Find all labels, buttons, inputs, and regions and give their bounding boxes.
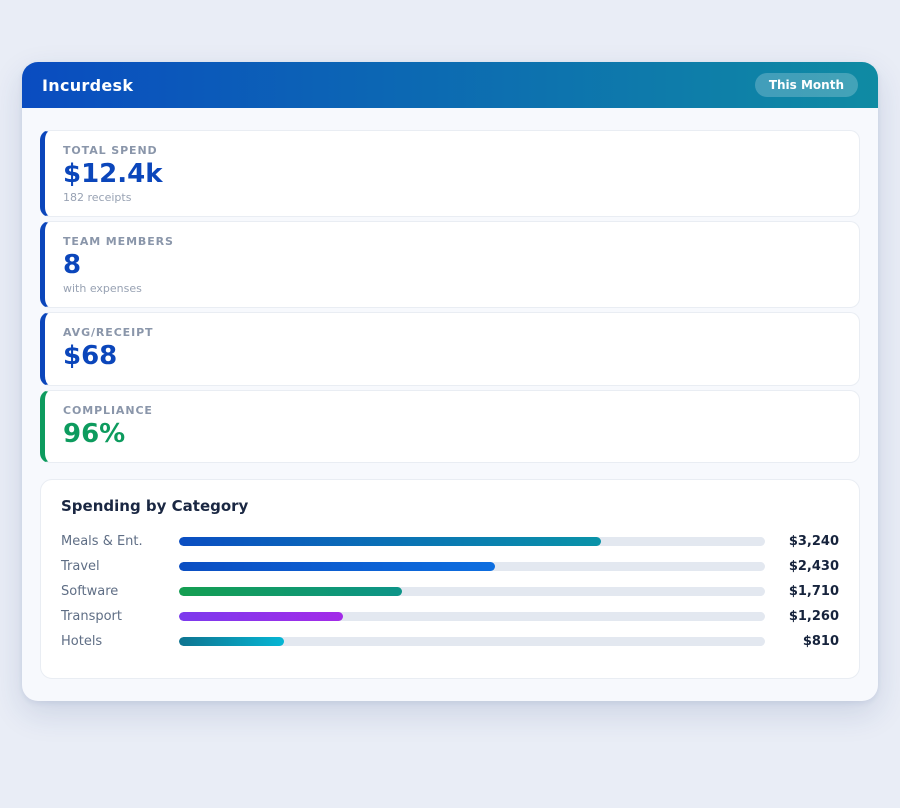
stat-subtext: with expenses xyxy=(63,282,841,295)
chart-value-label: $3,240 xyxy=(765,534,839,549)
chart-category-label: Software xyxy=(61,584,179,599)
bar-fill xyxy=(179,637,284,646)
chart-value-label: $1,710 xyxy=(765,584,839,599)
stat-value: 96% xyxy=(63,419,841,450)
chart-value-label: $810 xyxy=(765,634,839,649)
bar-track xyxy=(179,612,765,621)
bar-fill xyxy=(179,587,402,596)
bar-fill xyxy=(179,612,343,621)
stat-value: $68 xyxy=(63,341,841,372)
chart-rows: Meals & Ent. $3,240 Travel $2,430 Softwa… xyxy=(61,529,839,654)
chart-row: Travel $2,430 xyxy=(61,554,839,579)
stat-subtext: 182 receipts xyxy=(63,191,841,204)
app-header: Incurdesk This Month xyxy=(22,62,878,108)
chart-row: Hotels $810 xyxy=(61,629,839,654)
chart-row: Software $1,710 xyxy=(61,579,839,604)
stat-value: 8 xyxy=(63,250,841,281)
chart-row: Transport $1,260 xyxy=(61,604,839,629)
stat-card: COMPLIANCE 96% xyxy=(40,390,860,463)
stat-label: TEAM MEMBERS xyxy=(63,235,841,248)
chart-category-label: Travel xyxy=(61,559,179,574)
bar-fill xyxy=(179,537,601,546)
dashboard-panel: Incurdesk This Month TOTAL SPEND $12.4k … xyxy=(22,62,878,701)
bar-fill xyxy=(179,562,495,571)
chart-category-label: Hotels xyxy=(61,634,179,649)
chart-value-label: $2,430 xyxy=(765,559,839,574)
bar-track xyxy=(179,562,765,571)
chart-title: Spending by Category xyxy=(61,497,839,515)
period-badge[interactable]: This Month xyxy=(755,73,858,97)
spending-by-category-card: Spending by Category Meals & Ent. $3,240… xyxy=(40,479,860,679)
stat-label: TOTAL SPEND xyxy=(63,144,841,157)
stats-list: TOTAL SPEND $12.4k 182 receipts TEAM MEM… xyxy=(40,130,860,463)
chart-row: Meals & Ent. $3,240 xyxy=(61,529,839,554)
bar-track xyxy=(179,637,765,646)
stat-card: TOTAL SPEND $12.4k 182 receipts xyxy=(40,130,860,217)
chart-category-label: Transport xyxy=(61,609,179,624)
chart-category-label: Meals & Ent. xyxy=(61,534,179,549)
bar-track xyxy=(179,537,765,546)
app-title: Incurdesk xyxy=(42,76,133,95)
dashboard-content: TOTAL SPEND $12.4k 182 receipts TEAM MEM… xyxy=(22,108,878,701)
stat-card: TEAM MEMBERS 8 with expenses xyxy=(40,221,860,308)
bar-track xyxy=(179,587,765,596)
stat-card: AVG/RECEIPT $68 xyxy=(40,312,860,385)
chart-value-label: $1,260 xyxy=(765,609,839,624)
stat-value: $12.4k xyxy=(63,159,841,190)
stat-label: COMPLIANCE xyxy=(63,404,841,417)
stat-label: AVG/RECEIPT xyxy=(63,326,841,339)
